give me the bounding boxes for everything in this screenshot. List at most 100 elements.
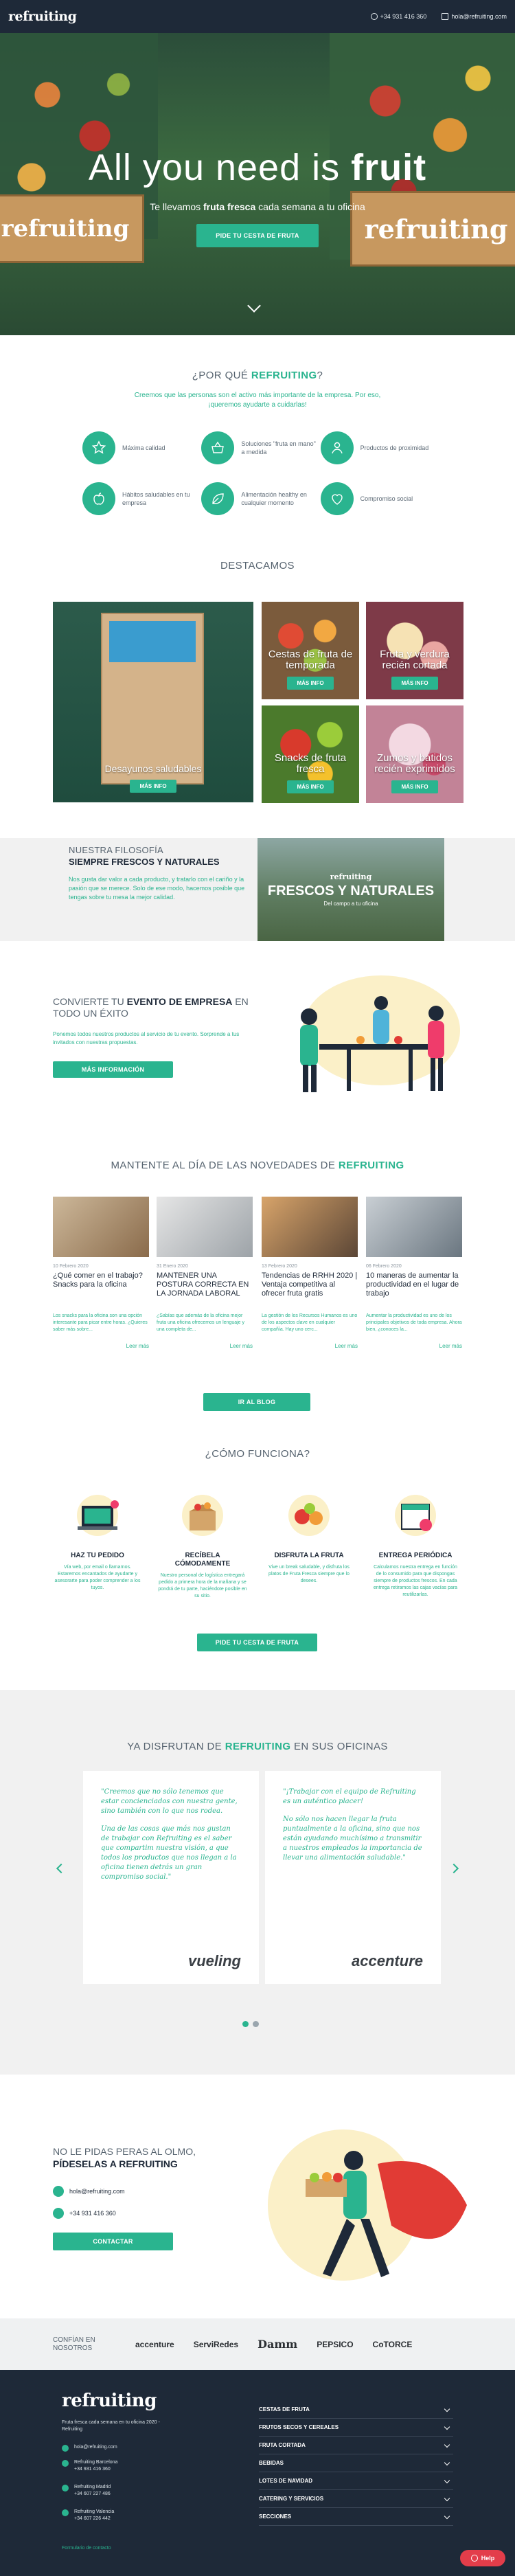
more-info-button[interactable]: MÁS INFO [130,780,176,793]
contact-illustration [268,2129,467,2281]
carousel-dots [242,2021,259,2027]
footer-logo[interactable]: refruiting [62,2391,157,2411]
event-title: CONVIERTE TU EVENTO DE EMPRESA EN TODO U… [53,996,249,1019]
hero-section: refruiting refruiting All you need is fr… [0,33,515,335]
go-to-blog-button[interactable]: IR AL BLOG [203,1393,310,1411]
top-email-link[interactable]: hola@refruiting.com [442,13,507,20]
blog-post-card[interactable]: 10 Febrero 2020 ¿Qué comer en el trabajo… [53,1197,149,1349]
why-lead: Creemos que las personas son el activo m… [134,392,381,409]
breakfast-box-image [101,613,204,784]
clients-label: CONFÍAN EN NOSOTROS [53,2336,95,2352]
featured-tile-juices[interactable]: Zumos y batidos recién exprimidos MÁS IN… [366,705,464,803]
footer-menu-item[interactable]: FRUTA CORTADA [259,2437,453,2454]
blog-post-card[interactable]: 31 Enero 2020 MANTENER UNA POSTURA CORRE… [157,1197,253,1349]
contact-section: NO LE PIDAS PERAS AL OLMO, PÍDESELAS A RE… [0,2075,515,2318]
scroll-down-chevron-icon[interactable] [247,299,261,313]
contact-phone-link[interactable]: +34 931 416 360 [53,2208,116,2219]
more-info-button[interactable]: MÁS INFO [287,780,334,793]
location-icon [62,2509,69,2516]
contact-headline: NO LE PIDAS PERAS AL OLMO, PÍDESELAS A RE… [53,2146,196,2169]
people-icon [320,431,354,464]
footer-menu: CESTAS DE FRUTA FRUTOS SECOS Y CEREALES … [259,2401,453,2526]
contact-email-link[interactable]: hola@refruiting.com [53,2186,125,2197]
footer-menu-item[interactable]: LOTES DE NAVIDAD [259,2472,453,2490]
location-icon [62,2460,69,2467]
top-bar: refruiting +34 931 416 360 hola@refruiti… [0,0,515,33]
step-item: DISFRUTA LA FRUTA Vive un break saludabl… [264,1491,354,1585]
footer-menu-item[interactable]: FRUTOS SECOS Y CEREALES [259,2419,453,2437]
philosophy-kicker: NUESTRA FILOSOFÍA [69,845,164,855]
footer-contact-line[interactable]: Refruiting Barcelona +34 931 416 360 [62,2459,117,2473]
footer-menu-item[interactable]: CATERING Y SERVICIOS [259,2490,453,2508]
top-phone-link[interactable]: +34 931 416 360 [370,13,426,20]
carousel-next-icon[interactable] [448,1863,459,1874]
clients-logos: accenture ServiRedes Damm PEPSICO CoTORC… [135,2338,412,2351]
why-title: ¿POR QUÉ REFRUITING? [192,370,323,381]
carousel-dot[interactable] [242,2021,249,2027]
mail-icon [62,2445,69,2452]
basket-icon [201,431,235,464]
philosophy-video[interactable]: refruiting FRESCOS Y NATURALES Del campo… [258,838,444,941]
footer-menu-item[interactable]: BEBIDAS [259,2454,453,2472]
more-info-button[interactable]: MÁS INFO [287,677,334,690]
help-button[interactable]: Help [460,2550,505,2566]
philosophy-body: Nos gusta dar valor a cada producto, y t… [69,876,245,901]
client-logo: ServiRedes [193,2339,239,2349]
client-logo: PEPSICO [317,2339,354,2349]
event-body: Ponemos todos nuestros productos al serv… [53,1031,240,1046]
location-icon [62,2485,69,2492]
accenture-logo: accenture [352,1952,423,1969]
featured-tile-baskets[interactable]: Cestas de fruta de temporada MÁS INFO [262,602,359,699]
site-logo[interactable]: refruiting [8,9,77,24]
event-section: CONVIERTE TU EVENTO DE EMPRESA EN TODO U… [0,941,515,1113]
testimonials-title: YA DISFRUTAN DE REFRUITING EN SUS OFICIN… [127,1741,388,1752]
calendar-icon [395,1495,436,1536]
blog-section: MANTENTE AL DÍA DE LAS NOVEDADES DE REFR… [0,1113,515,1443]
footer-menu-item[interactable]: CESTAS DE FRUTA [259,2401,453,2419]
blog-title: MANTENTE AL DÍA DE LAS NOVEDADES DE REFR… [111,1160,404,1171]
read-more-link[interactable]: Leer más [366,1343,462,1349]
post-thumbnail [53,1197,149,1257]
feature-item: Soluciones "fruta en mano" a medida [201,431,320,464]
vueling-logo: vueling [187,1952,241,1969]
feature-item: Máxima calidad [82,431,201,464]
delivery-box-icon [182,1495,223,1536]
read-more-link[interactable]: Leer más [53,1343,149,1349]
read-more-link[interactable]: Leer más [262,1343,358,1349]
heart-icon [320,482,354,515]
carousel-prev-icon[interactable] [56,1863,67,1874]
read-more-link[interactable]: Leer más [157,1343,253,1349]
hero-cta-button[interactable]: PIDE TU CESTA DE FRUTA [196,224,319,247]
mail-icon [442,13,449,20]
contact-button[interactable]: CONTACTAR [53,2233,173,2250]
clients-strip: CONFÍAN EN NOSOTROS accenture ServiRedes… [0,2318,515,2370]
featured-tile-breakfast[interactable]: Desayunos saludables MÁS INFO [53,602,253,802]
more-info-button[interactable]: MÁS INFO [391,780,438,793]
feature-item: Hábitos saludables en tu empresa [82,482,201,515]
laptop-order-icon [77,1495,119,1536]
feature-item: Compromiso social [320,482,439,515]
why-features: Máxima calidad Soluciones "fruta en mano… [82,431,439,515]
featured-tile-snacks[interactable]: Snacks de fruta fresca MÁS INFO [262,705,359,803]
whatsapp-icon [370,13,378,20]
more-info-button[interactable]: MÁS INFO [391,677,438,690]
carousel-dot[interactable] [253,2021,259,2027]
footer-tagline: Fruta fresca cada semana en tu oficina 2… [62,2420,160,2432]
fruit-enjoy-icon [288,1495,330,1536]
blog-post-card[interactable]: 06 Febrero 2020 10 maneras de aumentar l… [366,1197,462,1349]
step-item: HAZ TU PEDIDO Vía web, por email o llama… [53,1491,142,1592]
mail-icon [53,2186,64,2197]
client-logo: Damm [258,2338,298,2351]
featured-tile-cut-fruit[interactable]: Fruta y verdura recién cortada MÁS INFO [366,602,464,699]
blog-post-card[interactable]: 13 Febrero 2020 Tendencias de RRHH 2020 … [262,1197,358,1349]
footer-contact-line[interactable]: Refruiting Valencia +34 607 226 442 [62,2509,114,2522]
footer-contact-line[interactable]: Refruiting Madrid +34 607 227 486 [62,2484,111,2498]
footer-menu-item[interactable]: SECCIONES [259,2508,453,2526]
event-more-info-button[interactable]: MÁS INFORMACIÓN [53,1061,173,1078]
how-cta-button[interactable]: PIDE TU CESTA DE FRUTA [197,1634,317,1651]
contact-form-link[interactable]: Formulario de contacto [62,2546,111,2551]
footer-contact-line[interactable]: hola@refruiting.com [62,2444,117,2452]
client-logo: CoTORCE [372,2339,413,2349]
testimonial-card: "Creemos que no sólo tenemos que estar c… [83,1771,259,1984]
testimonial-card: "¡Trabajar con el equipo de Refruiting e… [265,1771,441,1984]
